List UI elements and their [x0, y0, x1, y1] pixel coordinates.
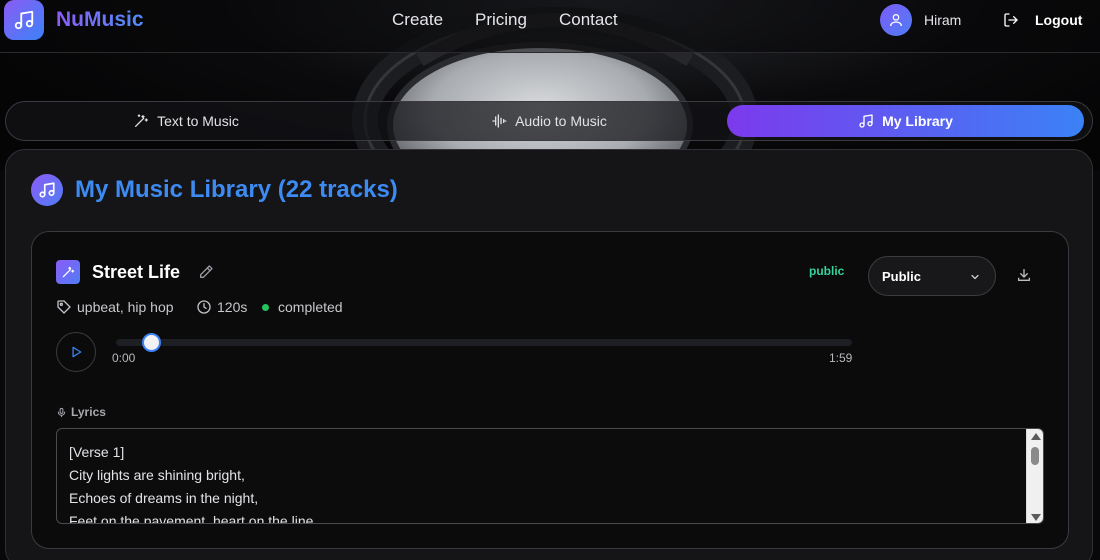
music-note-icon — [859, 114, 873, 128]
lyrics-label-text: Lyrics — [71, 405, 106, 419]
waveform-icon — [492, 114, 507, 128]
tags-text: upbeat, hip hop — [77, 299, 174, 315]
logout-icon[interactable] — [1003, 12, 1019, 28]
nav-contact[interactable]: Contact — [559, 10, 618, 30]
magic-wand-icon — [135, 114, 149, 127]
track-title: Street Life — [92, 262, 181, 282]
user-icon — [890, 14, 902, 27]
scroll-up-arrow-icon[interactable] — [1031, 433, 1041, 440]
tab-my-library[interactable]: My Library — [727, 105, 1084, 137]
scroll-thumb[interactable] — [1031, 447, 1039, 465]
brand-name[interactable]: NuMusic — [56, 8, 144, 32]
library-title: My Music Library (22 tracks) — [75, 176, 398, 203]
lyrics-content: [Verse 1] City lights are shining bright,… — [69, 443, 1019, 524]
track-card: Street Life public Public upbeat, hip ho… — [31, 231, 1069, 549]
download-icon[interactable] — [1016, 267, 1032, 283]
nav-create[interactable]: Create — [392, 10, 443, 30]
pencil-icon[interactable] — [198, 264, 214, 280]
library-music-icon — [31, 174, 63, 206]
progress-handle[interactable] — [142, 333, 161, 352]
play-icon — [72, 346, 82, 358]
lyric-line: Echoes of dreams in the night, — [69, 490, 259, 506]
tab-label: My Library — [882, 113, 953, 129]
status-dot-icon — [262, 303, 269, 311]
visibility-badge: public — [809, 264, 845, 278]
logout-button[interactable]: Logout — [1035, 12, 1082, 28]
track-duration: 120s — [196, 299, 247, 315]
track-magic-wand-icon — [56, 260, 80, 284]
user-name: Hiram — [924, 12, 962, 28]
lyrics-label: Lyrics — [56, 405, 106, 419]
microphone-icon — [57, 407, 66, 417]
lyrics-scrollbar[interactable] — [1026, 429, 1043, 523]
library-panel: My Music Library (22 tracks) Street Life… — [5, 149, 1093, 560]
scroll-down-arrow-icon[interactable] — [1031, 514, 1041, 521]
mode-tabs: Text to Music Audio to Music My Library — [5, 101, 1093, 141]
tab-label: Audio to Music — [515, 113, 607, 129]
play-button[interactable] — [56, 332, 96, 372]
tab-label: Text to Music — [157, 113, 239, 129]
track-status: completed — [262, 299, 343, 315]
logo-music-icon[interactable] — [4, 0, 44, 40]
lyrics-textarea[interactable]: [Verse 1] City lights are shining bright,… — [56, 428, 1044, 524]
track-tags: upbeat, hip hop — [56, 299, 174, 315]
total-time: 1:59 — [829, 351, 853, 365]
lyric-line: Feet on the pavement, heart on the line — [69, 513, 314, 524]
visibility-select-value: Public — [882, 269, 922, 284]
current-time: 0:00 — [112, 351, 136, 365]
progress-bar[interactable] — [116, 333, 852, 352]
tab-text-to-music[interactable]: Text to Music — [6, 105, 366, 137]
tag-icon — [57, 300, 71, 314]
nav-pricing[interactable]: Pricing — [475, 10, 527, 30]
tab-audio-to-music[interactable]: Audio to Music — [369, 105, 729, 137]
lyric-line: City lights are shining bright, — [69, 467, 245, 483]
top-navbar: NuMusic Create Pricing Contact Hiram Log… — [0, 0, 1100, 53]
duration-text: 120s — [217, 299, 248, 315]
visibility-select[interactable]: Public — [868, 256, 996, 296]
user-avatar[interactable] — [880, 4, 912, 36]
status-text: completed — [278, 299, 343, 315]
clock-icon — [197, 300, 211, 314]
chevron-down-icon — [971, 274, 979, 280]
lyric-line: [Verse 1] — [69, 444, 125, 460]
